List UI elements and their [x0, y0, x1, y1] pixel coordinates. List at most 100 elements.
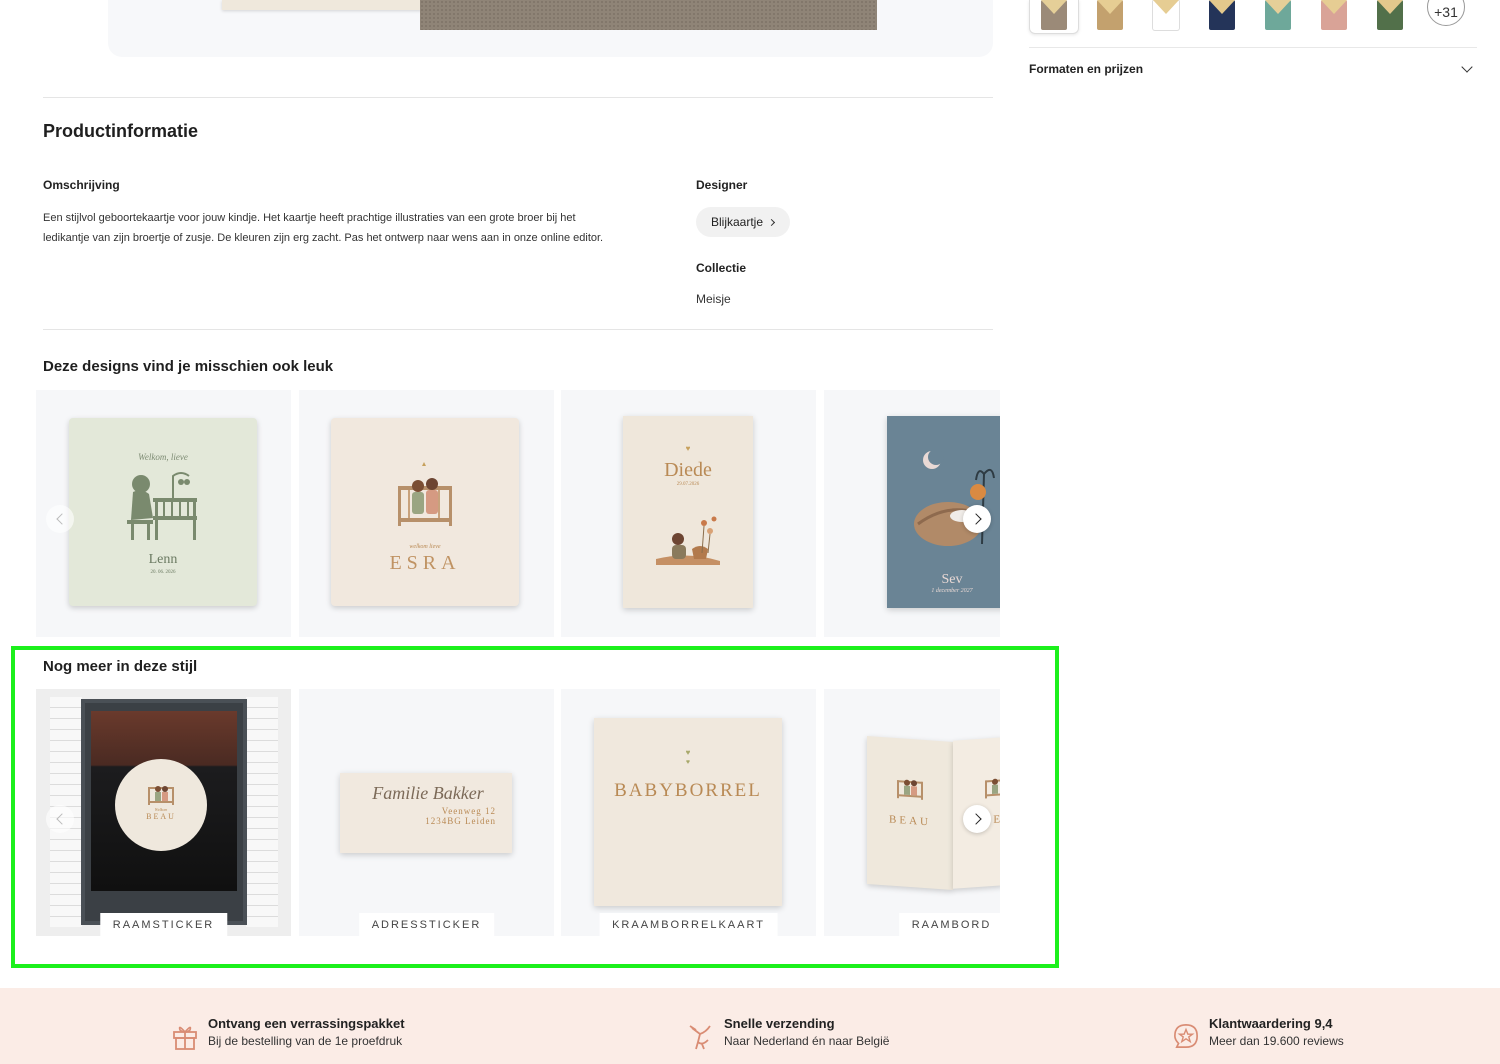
chevron-right-icon	[969, 513, 982, 525]
chevron-down-icon	[1461, 61, 1473, 73]
related-designs-heading: Deze designs vind je misschien ook leuk	[43, 358, 334, 375]
description-line: ledikantje van zijn broertje of zusje. D…	[43, 232, 604, 244]
envelope-flap	[1097, 0, 1123, 14]
product-image-envelope	[420, 0, 877, 30]
brick-wall	[246, 697, 278, 927]
product-tile-adressticker[interactable]: Familie Bakker Veenweg 12 1234BG Leiden …	[299, 689, 554, 936]
sticker-address-line: Veenweg 12	[441, 806, 496, 816]
card-script-text: Welkom, lieve	[138, 452, 188, 462]
crib-children-illustration	[398, 462, 452, 526]
description-line: Een stijlvol geboortekaartje voor jouw k…	[43, 212, 576, 224]
envelope-swatches	[1029, 0, 1421, 36]
benefit-title: Klantwaardering 9,4	[1209, 1016, 1333, 1031]
card-title: BABYBORREL	[614, 780, 762, 801]
chevron-right-icon	[767, 218, 776, 226]
benefit-subtitle: Meer dan 19.600 reviews	[1209, 1034, 1344, 1048]
star-badge-icon	[1174, 1024, 1198, 1048]
envelope-swatch-blush[interactable]	[1309, 0, 1359, 34]
card-preview: welkom lieve ESRA	[331, 418, 519, 606]
envelope-swatch-white[interactable]	[1141, 0, 1191, 34]
benefit-item: Snelle verzending Naar Nederland én naar…	[688, 1016, 889, 1050]
design-tile-lenn[interactable]: Welkom, lieve Lenn 20. 06. 2026	[36, 390, 291, 637]
envelope-swatch-navy[interactable]	[1197, 0, 1247, 34]
chevron-left-icon	[55, 513, 68, 525]
envelope-swatch-sage-teal[interactable]	[1253, 0, 1303, 34]
card-script-text: welkom lieve	[409, 544, 441, 550]
card-date: 20. 06. 2026	[150, 570, 176, 575]
window-frame: Welkom BEAU	[81, 699, 247, 925]
product-info-heading: Productinformatie	[43, 121, 199, 141]
more-swatches-button[interactable]: +31	[1427, 0, 1465, 26]
crib-illustration	[897, 779, 923, 800]
style-more-carousel: Welkom BEAU RAAMSTICKER Familie Bakker V…	[36, 689, 1000, 936]
card-preview: Welkom, lieve Lenn 20. 06. 2026	[69, 418, 257, 606]
product-tile-raamsticker[interactable]: Welkom BEAU RAAMSTICKER	[36, 689, 291, 936]
card-date: 29.07.2026	[676, 482, 700, 487]
envelope-icon	[1321, 0, 1347, 30]
designer-name: Blijkaartje	[711, 215, 764, 229]
stork-icon	[689, 1025, 711, 1050]
benefit-title: Snelle verzending	[724, 1016, 835, 1031]
description-label: Omschrijving	[43, 178, 120, 192]
divider	[43, 329, 993, 330]
carousel-prev-button[interactable]	[46, 505, 74, 533]
card-preview: ♥ ♥ BABYBORREL	[594, 718, 782, 906]
designer-label: Designer	[696, 178, 748, 192]
design-tile-esra[interactable]: welkom lieve ESRA	[299, 390, 554, 637]
carousel-next-button[interactable]	[963, 505, 991, 533]
carousel-next-button[interactable]	[963, 805, 991, 833]
crib-illustration	[148, 786, 174, 805]
design-tile-diede[interactable]: ♥ Diede 29.07.2026	[561, 390, 816, 637]
product-type-label: KRAAMBORRELKAART	[599, 913, 778, 936]
heart-icon: ♥	[685, 748, 691, 757]
card-date: 1 december 2027	[931, 588, 973, 594]
related-designs-carousel: Welkom, lieve Lenn 20. 06. 2026 welkom l…	[36, 390, 1000, 637]
chevron-left-icon	[55, 813, 68, 825]
window-sticker: Welkom BEAU	[115, 759, 207, 851]
heart-icon: ♥	[685, 759, 691, 766]
heart-icon: ♥	[685, 444, 691, 453]
divider	[43, 97, 993, 98]
board-name: BEAU	[889, 813, 931, 829]
product-type-label: RAAMSTICKER	[99, 913, 228, 936]
envelope-icon	[1097, 0, 1123, 30]
gift-icon	[173, 1026, 197, 1050]
formats-prices-label: Formaten en prijzen	[1029, 62, 1144, 76]
collection-value: Meisje	[696, 292, 731, 306]
envelope-icon	[1377, 0, 1403, 30]
formats-prices-toggle[interactable]: Formaten en prijzen	[1029, 61, 1477, 76]
product-type-label: RAAMBORD	[898, 913, 1000, 936]
style-more-heading: Nog meer in deze stijl	[43, 658, 198, 675]
sticker-name: BEAU	[146, 812, 176, 821]
envelope-flap	[1209, 0, 1235, 14]
sticker-address-line: 1234BG Leiden	[425, 816, 496, 826]
designer-link[interactable]: Blijkaartje	[696, 207, 791, 237]
product-description: Een stijlvol geboortekaartje voor jouw k…	[43, 208, 643, 248]
envelope-flap	[1321, 0, 1347, 14]
carousel-prev-button[interactable]	[46, 805, 74, 833]
product-type-label: ADRESSTICKER	[358, 913, 495, 936]
envelope-swatch-taupe[interactable]	[1029, 0, 1079, 34]
benefit-subtitle: Bij de bestelling van de 1e proefdruk	[208, 1034, 403, 1048]
envelope-swatch-forest[interactable]	[1365, 0, 1415, 34]
envelope-icon	[1153, 0, 1179, 30]
window-board-left: BEAU	[867, 735, 953, 891]
moon-basket-illustration	[914, 449, 995, 546]
sidebar-divider	[1029, 47, 1477, 48]
benefit-item: Klantwaardering 9,4 Meer dan 19.600 revi…	[1173, 1016, 1344, 1050]
envelope-icon	[1265, 0, 1291, 30]
envelope-flap	[1265, 0, 1291, 14]
card-baby-name: ESRA	[389, 552, 461, 574]
collection-label: Collectie	[696, 261, 747, 275]
benefit-subtitle: Naar Nederland én naar België	[724, 1034, 890, 1048]
envelope-icon	[1209, 0, 1235, 30]
envelope-swatch-kraft[interactable]	[1085, 0, 1135, 34]
benefits-bar: Ontvang een verrassingspakket Bij de bes…	[0, 988, 1500, 1064]
crib-silhouette-icon	[127, 472, 197, 540]
benefit-title: Ontvang een verrassingspakket	[208, 1016, 405, 1031]
product-tile-kraamborrelkaart[interactable]: ♥ ♥ BABYBORREL KRAAMBORRELKAART	[561, 689, 816, 936]
envelope-flap	[1153, 0, 1179, 14]
sticker-family-name: Familie Bakker	[372, 783, 484, 803]
address-sticker-preview: Familie Bakker Veenweg 12 1234BG Leiden	[340, 773, 512, 853]
benefit-item: Ontvang een verrassingspakket Bij de bes…	[172, 1016, 405, 1050]
